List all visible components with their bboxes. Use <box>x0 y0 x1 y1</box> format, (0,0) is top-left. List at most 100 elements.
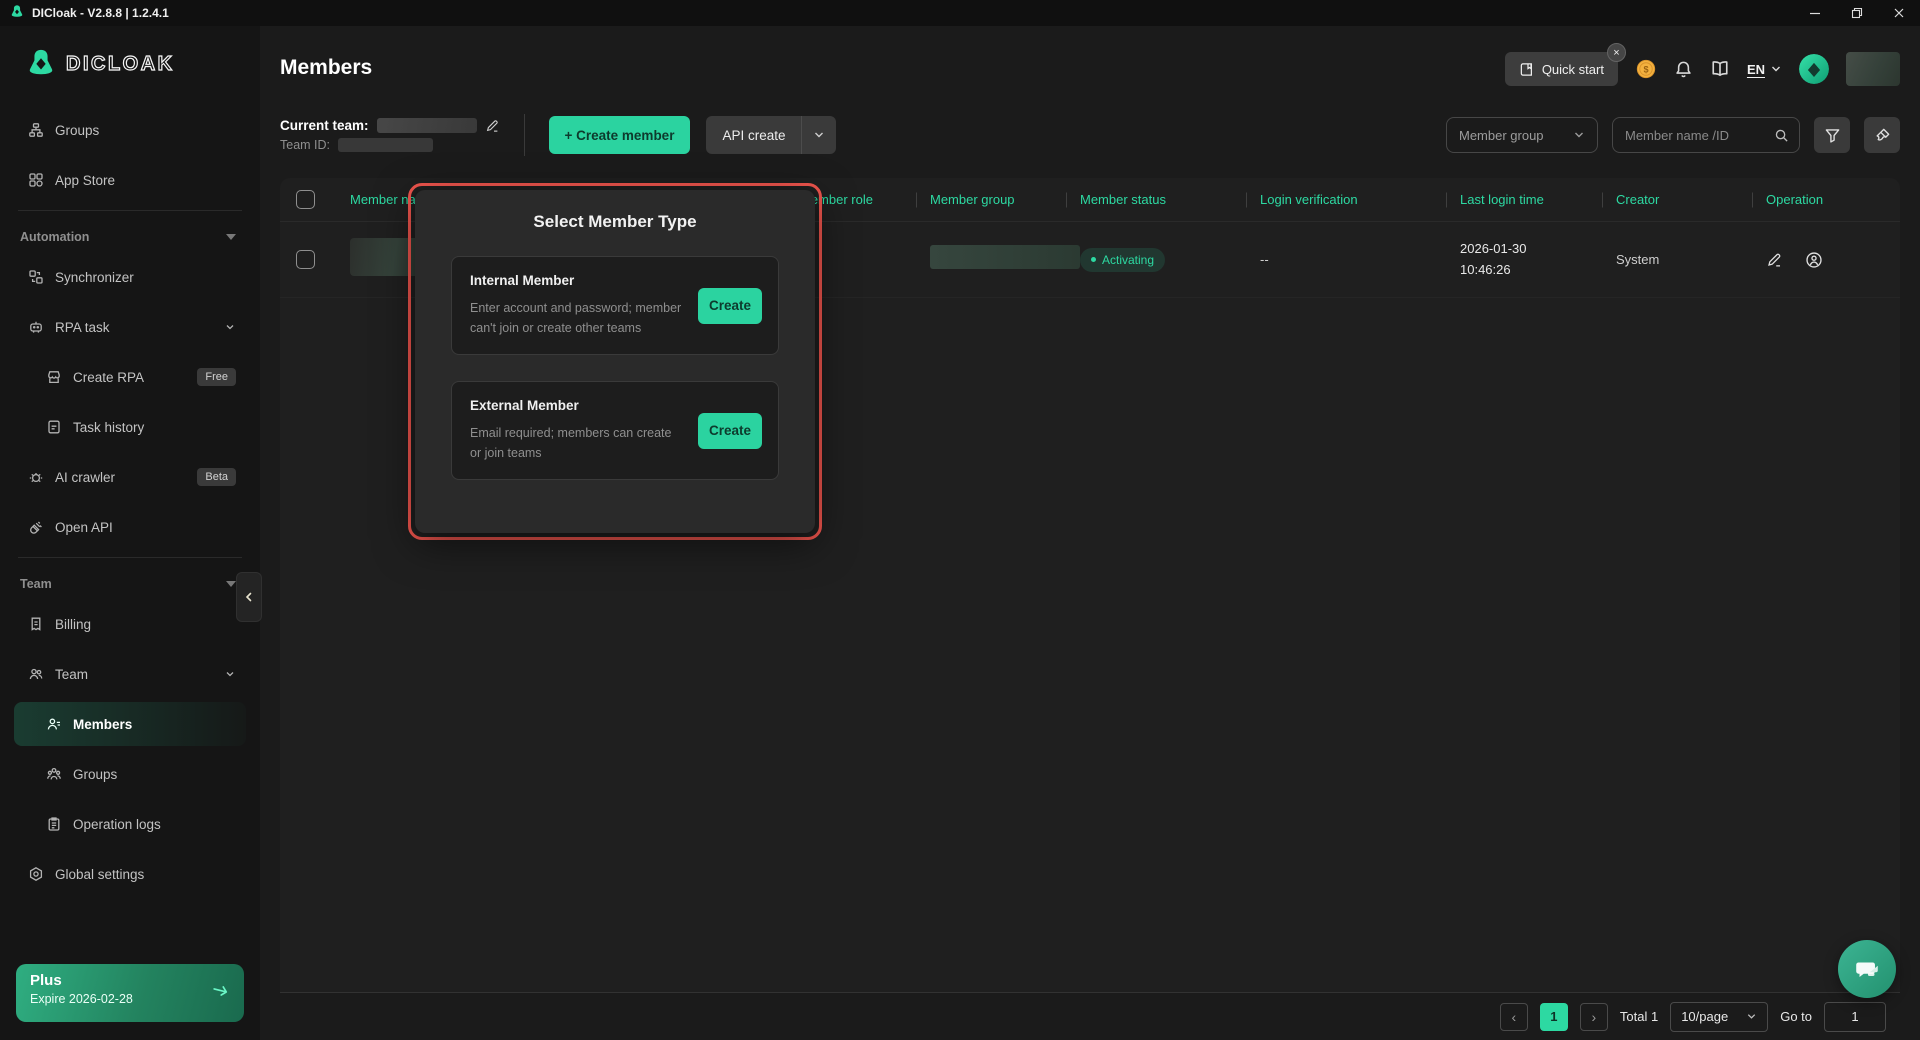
team-id-redacted <box>338 138 433 152</box>
column-header: Member group <box>930 192 1080 207</box>
sidebar-item-groups[interactable]: Groups <box>14 752 246 796</box>
member-profile-icon[interactable] <box>1805 251 1823 269</box>
sidebar-item-label: Members <box>73 717 132 732</box>
sidebar-item-synchronizer[interactable]: Synchronizer <box>14 255 246 299</box>
goto-page-input[interactable] <box>1824 1002 1886 1032</box>
sidebar-item-label: Task history <box>73 420 144 435</box>
sidebar-item-open-api[interactable]: Open API <box>14 505 246 549</box>
account-name-redacted[interactable] <box>1846 52 1900 86</box>
prev-page-button[interactable]: ‹ <box>1500 1003 1528 1031</box>
chat-bubble-icon <box>1852 954 1882 984</box>
plus-subscription-card[interactable]: Plus Expire 2026-02-28 <box>16 964 244 1022</box>
current-page-button[interactable]: 1 <box>1540 1003 1568 1031</box>
edit-pencil-icon[interactable] <box>485 118 500 133</box>
collapse-triangle-icon <box>226 581 236 587</box>
sidebar-divider <box>18 210 242 211</box>
pagination-bar: ‹ 1 › Total 1 10/page Go to <box>280 992 1900 1040</box>
status-badge: Activating <box>1080 248 1165 272</box>
docs-book-icon[interactable] <box>1710 59 1730 79</box>
column-header: Creator <box>1616 192 1766 207</box>
next-page-button[interactable]: › <box>1580 1003 1608 1031</box>
current-team-label: Current team: <box>280 118 369 133</box>
total-count-label: Total 1 <box>1620 1009 1658 1024</box>
sidebar-item-rpa-task[interactable]: RPA task <box>14 305 246 349</box>
sidebar-item-ai-crawler[interactable]: AI crawler Beta <box>14 455 246 499</box>
row-checkbox[interactable] <box>296 250 315 269</box>
section-label: Automation <box>20 230 89 244</box>
chevron-left-icon <box>243 591 255 603</box>
goto-label: Go to <box>1780 1009 1812 1024</box>
member-icon <box>46 716 62 732</box>
sidebar-section-automation[interactable]: Automation <box>14 219 246 255</box>
sidebar-item-global-settings[interactable]: Global settings <box>14 852 246 896</box>
close-icon <box>1893 7 1905 19</box>
brand: DICLOAK <box>0 26 260 102</box>
external-member-option[interactable]: External Member Email required; members … <box>451 381 779 480</box>
clipboard-icon <box>46 816 62 832</box>
team-icon <box>28 666 44 682</box>
sidebar-divider <box>18 557 242 558</box>
bug-icon <box>28 469 44 485</box>
minimize-button[interactable] <box>1794 0 1836 26</box>
sidebar-item-team[interactable]: Team <box>14 652 246 696</box>
plan-expire: Expire 2026-02-28 <box>30 992 230 1006</box>
sidebar-item-task-history[interactable]: Task history <box>14 405 246 449</box>
clear-filters-brush-button[interactable] <box>1864 117 1900 153</box>
quick-start-button[interactable]: Quick start × <box>1505 52 1618 86</box>
sidebar-item-create-rpa[interactable]: Create RPA Free <box>14 355 246 399</box>
sidebar-item-groups-top[interactable]: Groups <box>14 108 246 152</box>
internal-member-option[interactable]: Internal Member Enter account and passwo… <box>451 256 779 355</box>
filter-button[interactable] <box>1814 117 1850 153</box>
avatar[interactable] <box>1799 54 1829 84</box>
app-title: DICloak - V2.8.8 | 1.2.4.1 <box>32 6 169 20</box>
funnel-icon <box>1824 127 1841 144</box>
last-login-cell: 2026-01-30 10:46:26 <box>1460 239 1616 279</box>
notifications-bell-icon[interactable] <box>1674 60 1693 79</box>
rewards-coin-icon[interactable]: $ <box>1635 58 1657 80</box>
svg-text:$: $ <box>1643 65 1648 75</box>
operation-cell <box>1766 251 1900 269</box>
create-member-button[interactable]: + Create member <box>549 116 691 154</box>
last-login-time: 10:46:26 <box>1460 260 1616 280</box>
beta-badge: Beta <box>197 468 236 486</box>
quick-start-label: Quick start <box>1542 62 1604 77</box>
sidebar-collapse-handle[interactable] <box>236 572 262 622</box>
option-description: Email required; members can create or jo… <box>470 423 685 463</box>
support-chat-button[interactable] <box>1838 940 1896 998</box>
page-size-select[interactable]: 10/page <box>1670 1002 1768 1032</box>
sidebar-section-team[interactable]: Team <box>14 566 246 602</box>
external-create-button[interactable]: Create <box>698 413 762 449</box>
member-group-select[interactable]: Member group <box>1446 117 1598 153</box>
guide-book-icon <box>1519 62 1534 77</box>
titlebar: DICloak - V2.8.8 | 1.2.4.1 <box>0 0 1920 26</box>
edit-member-icon[interactable] <box>1766 251 1783 268</box>
sidebar-item-label: Operation logs <box>73 817 161 832</box>
language-selector[interactable]: EN <box>1747 62 1782 77</box>
sidebar-item-app-store[interactable]: App Store <box>14 158 246 202</box>
section-label: Team <box>20 577 52 591</box>
sidebar-item-billing[interactable]: Billing <box>14 602 246 646</box>
chevron-down-icon <box>1770 63 1782 75</box>
chevron-down-icon <box>224 321 236 333</box>
quick-start-close-button[interactable]: × <box>1607 43 1626 62</box>
search-icon[interactable] <box>1774 128 1789 143</box>
creator-cell: System <box>1616 252 1766 267</box>
member-search-input[interactable] <box>1625 128 1766 143</box>
sidebar-item-label: Groups <box>73 767 117 782</box>
api-create-split-button[interactable]: API create <box>706 116 836 154</box>
brand-wordmark: DICLOAK <box>66 53 175 76</box>
sidebar-item-operation-logs[interactable]: Operation logs <box>14 802 246 846</box>
member-search-box <box>1612 117 1800 153</box>
sidebar-item-members[interactable]: Members <box>14 702 246 746</box>
api-create-label[interactable]: API create <box>706 128 801 143</box>
page-size-value: 10/page <box>1681 1009 1728 1024</box>
select-member-type-modal: Select Member Type Internal Member Enter… <box>415 190 815 533</box>
option-description: Enter account and password; member can't… <box>470 298 685 338</box>
column-header: Member status <box>1080 192 1260 207</box>
select-all-checkbox[interactable] <box>296 190 315 209</box>
close-button[interactable] <box>1878 0 1920 26</box>
api-create-dropdown-button[interactable] <box>802 129 836 141</box>
internal-create-button[interactable]: Create <box>698 288 762 324</box>
restore-button[interactable] <box>1836 0 1878 26</box>
brush-icon <box>1874 127 1891 144</box>
